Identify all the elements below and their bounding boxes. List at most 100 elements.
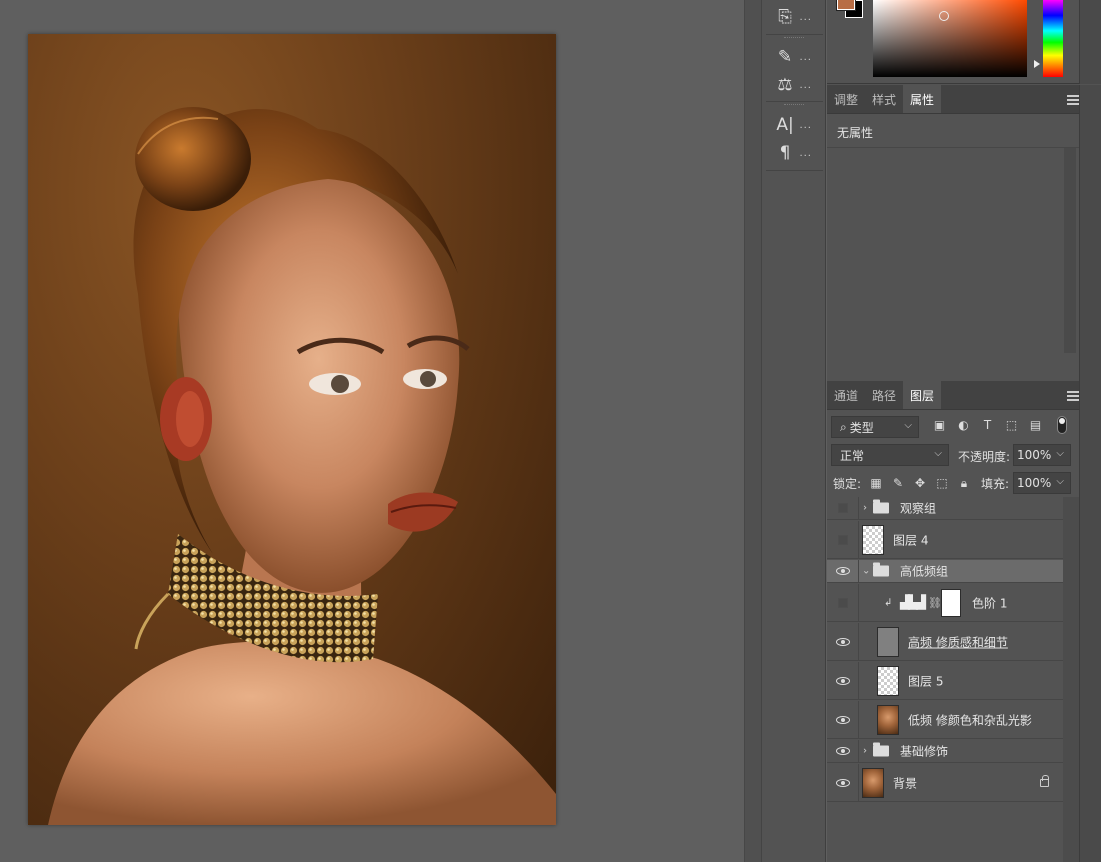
eye-icon bbox=[835, 778, 850, 787]
layer-row-frequency-group[interactable]: ⌄ 高低频组 bbox=[827, 560, 1063, 583]
expand-dots: ... bbox=[799, 79, 812, 91]
layers-panel-body: ⌕ 类型 ⌵ ▣ ◐ T ⬚ ▤ 正常 ⌵ 不透明度: 100% ⌵ 锁定: ▦… bbox=[827, 410, 1079, 862]
character-icon-button[interactable]: A| ... bbox=[770, 112, 818, 138]
layer-row-levels-1[interactable]: ↲ ▟▙▟ ⛓ 色阶 1 bbox=[827, 584, 1063, 622]
filter-toggle-switch[interactable] bbox=[1057, 416, 1067, 434]
blend-mode-select[interactable]: 正常 ⌵ bbox=[831, 444, 949, 466]
color-panel bbox=[827, 0, 1101, 84]
layer-thumbnail bbox=[877, 626, 899, 657]
layer-row-high-frequency[interactable]: 高频 修质感和细节 bbox=[827, 623, 1063, 661]
visibility-off-icon bbox=[837, 597, 848, 608]
layer-filter-select[interactable]: ⌕ 类型 ⌵ bbox=[831, 416, 919, 438]
visibility-toggle[interactable] bbox=[827, 584, 859, 621]
opacity-value: 100% bbox=[1017, 448, 1052, 462]
foreground-color-swatch[interactable] bbox=[837, 0, 855, 10]
expand-dots: ... bbox=[799, 119, 812, 131]
lock-transparent-icon[interactable]: ▦ bbox=[869, 476, 883, 491]
layer-row-basic-retouch-group[interactable]: › 基础修饰 bbox=[827, 740, 1063, 763]
tab-paths[interactable]: 路径 bbox=[865, 381, 903, 409]
tab-adjustments[interactable]: 调整 bbox=[827, 85, 865, 113]
no-properties-label: 无属性 bbox=[837, 126, 874, 140]
hue-slider-arrow[interactable] bbox=[1034, 60, 1040, 68]
layer-name: 基础修饰 bbox=[900, 744, 949, 759]
history-icon: ⎘ bbox=[778, 7, 792, 27]
right-panel-column: 调整 样式 属性 无属性 通道 路径 图层 ⌕ 类型 ⌵ ▣ ◐ T ⬚ ▤ 正… bbox=[827, 0, 1101, 862]
portrait-photo bbox=[48, 107, 556, 825]
lock-artboard-icon[interactable]: ⬚ bbox=[935, 476, 949, 491]
chevron-right-icon[interactable]: › bbox=[863, 746, 867, 757]
opacity-field[interactable]: 100% ⌵ bbox=[1013, 444, 1071, 466]
layer-filter-icons: ▣ ◐ T ⬚ ▤ bbox=[932, 418, 1043, 432]
history-brush-icon-button[interactable]: ⎘ ... bbox=[770, 4, 818, 30]
shape-filter-icon[interactable]: ⬚ bbox=[1004, 418, 1019, 432]
expand-dots: ... bbox=[799, 11, 812, 23]
visibility-toggle[interactable] bbox=[827, 521, 859, 558]
smart-object-filter-icon[interactable]: ▤ bbox=[1028, 418, 1043, 432]
layer-name: 高低频组 bbox=[900, 564, 949, 579]
paragraph-icon: ¶ bbox=[779, 143, 791, 163]
chevron-down-icon: ⌵ bbox=[1056, 448, 1064, 459]
visibility-toggle[interactable] bbox=[827, 662, 859, 699]
visibility-toggle[interactable] bbox=[827, 701, 859, 738]
chevron-down-icon: ⌵ bbox=[934, 448, 942, 459]
clipping-arrow-icon: ↲ bbox=[884, 597, 893, 608]
document-image[interactable] bbox=[28, 34, 556, 825]
fill-value: 100% bbox=[1017, 476, 1052, 490]
visibility-toggle[interactable] bbox=[827, 497, 859, 519]
layer-name: 背景 bbox=[893, 776, 918, 790]
chevron-right-icon[interactable]: › bbox=[863, 503, 867, 514]
layers-scrollbar[interactable] bbox=[1063, 497, 1079, 862]
lock-position-icon[interactable]: ✥ bbox=[913, 476, 927, 491]
visibility-toggle[interactable] bbox=[827, 740, 859, 762]
image-filter-icon[interactable]: ▣ bbox=[932, 418, 947, 432]
hue-slider[interactable] bbox=[1043, 0, 1063, 77]
layer-row-layer-5[interactable]: 图层 5 bbox=[827, 662, 1063, 700]
canvas-area[interactable] bbox=[0, 0, 744, 862]
adjustment-filter-icon[interactable]: ◐ bbox=[956, 418, 971, 432]
layer-mask-thumbnail[interactable] bbox=[941, 588, 961, 617]
brushes-icon-button[interactable]: ✎ ... bbox=[770, 44, 818, 70]
layer-row-layer-4[interactable]: 图层 4 bbox=[827, 521, 1063, 559]
visibility-toggle[interactable] bbox=[827, 560, 859, 582]
fill-field[interactable]: 100% ⌵ bbox=[1013, 472, 1071, 494]
filter-type-label: 类型 bbox=[849, 420, 874, 435]
properties-panel-body: 无属性 bbox=[827, 114, 1079, 380]
layer-row-background[interactable]: 背景 bbox=[827, 764, 1063, 802]
lock-all-icon[interactable]: 🔒︎ bbox=[957, 476, 971, 491]
lock-icons: ▦ ✎ ✥ ⬚ 🔒︎ bbox=[869, 476, 971, 491]
properties-scrollbar[interactable] bbox=[1064, 148, 1076, 353]
expand-dots: ... bbox=[799, 51, 812, 63]
panel-rail bbox=[1079, 85, 1101, 381]
link-icon[interactable]: ⛓ bbox=[928, 596, 942, 609]
eye-icon bbox=[835, 676, 850, 685]
layer-row-low-frequency[interactable]: 低频 修颜色和杂乱光影 bbox=[827, 701, 1063, 739]
folder-icon bbox=[873, 742, 889, 757]
layer-thumbnail bbox=[877, 665, 899, 696]
type-filter-icon[interactable]: T bbox=[980, 418, 995, 432]
adjust-icon-button[interactable]: ⚖ ... bbox=[770, 72, 818, 98]
visibility-toggle[interactable] bbox=[827, 764, 859, 801]
tab-styles[interactable]: 样式 bbox=[865, 85, 903, 113]
paragraph-icon-button[interactable]: ¶ ... bbox=[770, 140, 818, 166]
layer-name: 高频 修质感和细节 bbox=[908, 635, 1008, 649]
tab-channels[interactable]: 通道 bbox=[827, 381, 865, 409]
chevron-down-icon[interactable]: ⌄ bbox=[862, 566, 870, 577]
layer-thumbnail bbox=[862, 524, 884, 555]
collapsed-panels-column: ⎘ ... ✎ ... ⚖ ... A| ... ¶ ... bbox=[761, 0, 826, 862]
eye-icon bbox=[835, 715, 850, 724]
tab-layers[interactable]: 图层 bbox=[903, 381, 942, 409]
chevron-down-icon: ⌵ bbox=[904, 420, 912, 431]
color-picker-ring[interactable] bbox=[939, 11, 949, 21]
visibility-off-icon bbox=[837, 534, 848, 545]
visibility-toggle[interactable] bbox=[827, 623, 859, 660]
brush-icon: ✎ bbox=[777, 47, 793, 67]
panel-rail bbox=[1079, 381, 1101, 862]
layer-row-observe-group[interactable]: › 观察组 bbox=[827, 497, 1063, 520]
color-field[interactable] bbox=[873, 0, 1027, 77]
lock-pixels-icon[interactable]: ✎ bbox=[891, 476, 905, 491]
lock-label: 锁定: bbox=[833, 477, 862, 491]
layers-tabbar: 通道 路径 图层 bbox=[827, 381, 1079, 410]
layer-thumbnail bbox=[862, 767, 884, 798]
tab-properties[interactable]: 属性 bbox=[903, 85, 942, 113]
panel-divider[interactable] bbox=[744, 0, 761, 862]
